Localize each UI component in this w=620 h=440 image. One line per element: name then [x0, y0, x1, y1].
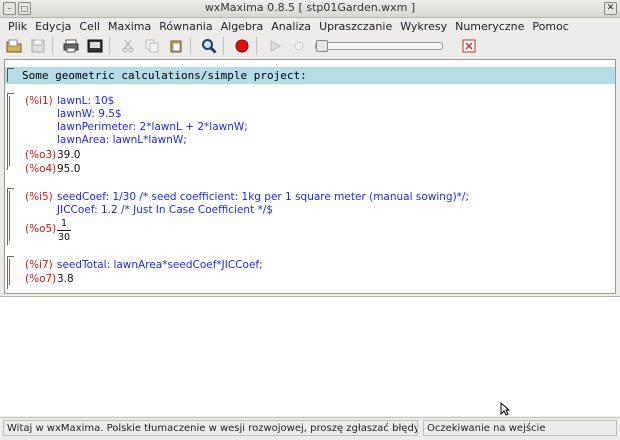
- toolbar-separator: [223, 37, 224, 55]
- open-icon[interactable]: [4, 37, 24, 55]
- worksheet[interactable]: Some geometric calculations/simple proje…: [4, 59, 616, 294]
- menu-maxima[interactable]: Maxima: [104, 18, 155, 35]
- toolbar: [0, 35, 620, 57]
- output-fraction: 1 30: [57, 218, 71, 243]
- interrupt-icon[interactable]: [232, 37, 252, 55]
- cell-bracket-inner: [9, 96, 16, 166]
- config-icon[interactable]: [85, 37, 105, 55]
- copy-icon[interactable]: [142, 37, 162, 55]
- play-icon[interactable]: [265, 37, 285, 55]
- output-value: 39.0: [57, 149, 81, 161]
- title-bar: – □ wxMaxima 0.8.5 [ stp01Garden.wxm ] ✕: [0, 0, 620, 18]
- fraction-denominator: 30: [57, 232, 71, 243]
- menu-edycja[interactable]: Edycja: [31, 18, 75, 35]
- animation-slider[interactable]: [315, 40, 443, 52]
- menu-algebra[interactable]: Algebra: [217, 18, 268, 35]
- input-line[interactable]: lawnPerimeter: 2*lawnL + 2*lawnW;: [57, 121, 248, 133]
- find-icon[interactable]: [199, 37, 219, 55]
- stop-icon[interactable]: [289, 37, 309, 55]
- menu-numeryczne[interactable]: Numeryczne: [451, 18, 528, 35]
- menu-cell[interactable]: Cell: [75, 18, 104, 35]
- menu-wykresy[interactable]: Wykresy: [396, 18, 451, 35]
- toolbar-separator: [52, 37, 53, 55]
- menu-plik[interactable]: Plik: [4, 18, 31, 35]
- status-message: Witaj w wxMaxima. Polskie tłumaczenie w …: [3, 420, 418, 436]
- slider-knob[interactable]: [316, 40, 328, 52]
- input-line[interactable]: seedCoef: 1/30 /* seed coefficient: 1kg …: [57, 191, 469, 203]
- output-label: (%o4): [25, 163, 57, 175]
- empty-pane: [0, 296, 620, 416]
- output-label: (%o7): [25, 273, 57, 285]
- output-value: 95.0: [57, 163, 81, 175]
- status-state: Oczekiwanie na wejście: [423, 420, 617, 436]
- output-value: 3.8: [57, 273, 74, 285]
- cell-bracket[interactable]: [7, 68, 14, 82]
- toolbar-separator: [109, 37, 110, 55]
- menu-pomoc[interactable]: Pomoc: [528, 18, 572, 35]
- menu-bar: Plik Edycja Cell Maxima Równania Algebra…: [0, 18, 620, 35]
- menu-upraszczanie[interactable]: Upraszczanie: [315, 18, 396, 35]
- cut-icon[interactable]: [118, 37, 138, 55]
- print-icon[interactable]: [61, 37, 81, 55]
- toolbar-separator: [256, 37, 257, 55]
- output-label: (%o5): [25, 223, 57, 235]
- fraction-numerator: 1: [60, 218, 68, 229]
- save-icon[interactable]: [28, 37, 48, 55]
- paste-icon[interactable]: [166, 37, 186, 55]
- title-cell[interactable]: Some geometric calculations/simple proje…: [5, 67, 615, 84]
- status-bar: Witaj w wxMaxima. Polskie tłumaczenie w …: [0, 417, 620, 440]
- close-window-icon[interactable]: ✕: [604, 2, 617, 15]
- cell-bracket-inner: [9, 259, 16, 285]
- input-label: (%i1): [25, 95, 53, 107]
- fraction-bar: [57, 230, 71, 231]
- title-cell-text[interactable]: Some geometric calculations/simple proje…: [22, 69, 307, 82]
- input-line[interactable]: JICCoef: 1.2 /* Just In Case Coefficient…: [57, 204, 273, 216]
- input-label: (%i7): [25, 259, 53, 271]
- toolbar-separator: [190, 37, 191, 55]
- input-line[interactable]: lawnW: 9.5$: [57, 108, 122, 120]
- close-icon[interactable]: [459, 37, 479, 55]
- menu-analiza[interactable]: Analiza: [267, 18, 315, 35]
- cell-bracket-inner: [9, 191, 16, 241]
- output-label: (%o3): [25, 149, 57, 161]
- input-line[interactable]: seedTotal: lawnArea*seedCoef*JICCoef;: [57, 259, 263, 271]
- window-title: wxMaxima 0.8.5 [ stp01Garden.wxm ]: [204, 1, 416, 14]
- input-label: (%i5): [25, 191, 53, 203]
- input-line[interactable]: lawnL: 10$: [57, 95, 114, 107]
- input-line[interactable]: lawnArea: lawnL*lawnW;: [57, 134, 187, 146]
- menu-rownania[interactable]: Równania: [155, 18, 216, 35]
